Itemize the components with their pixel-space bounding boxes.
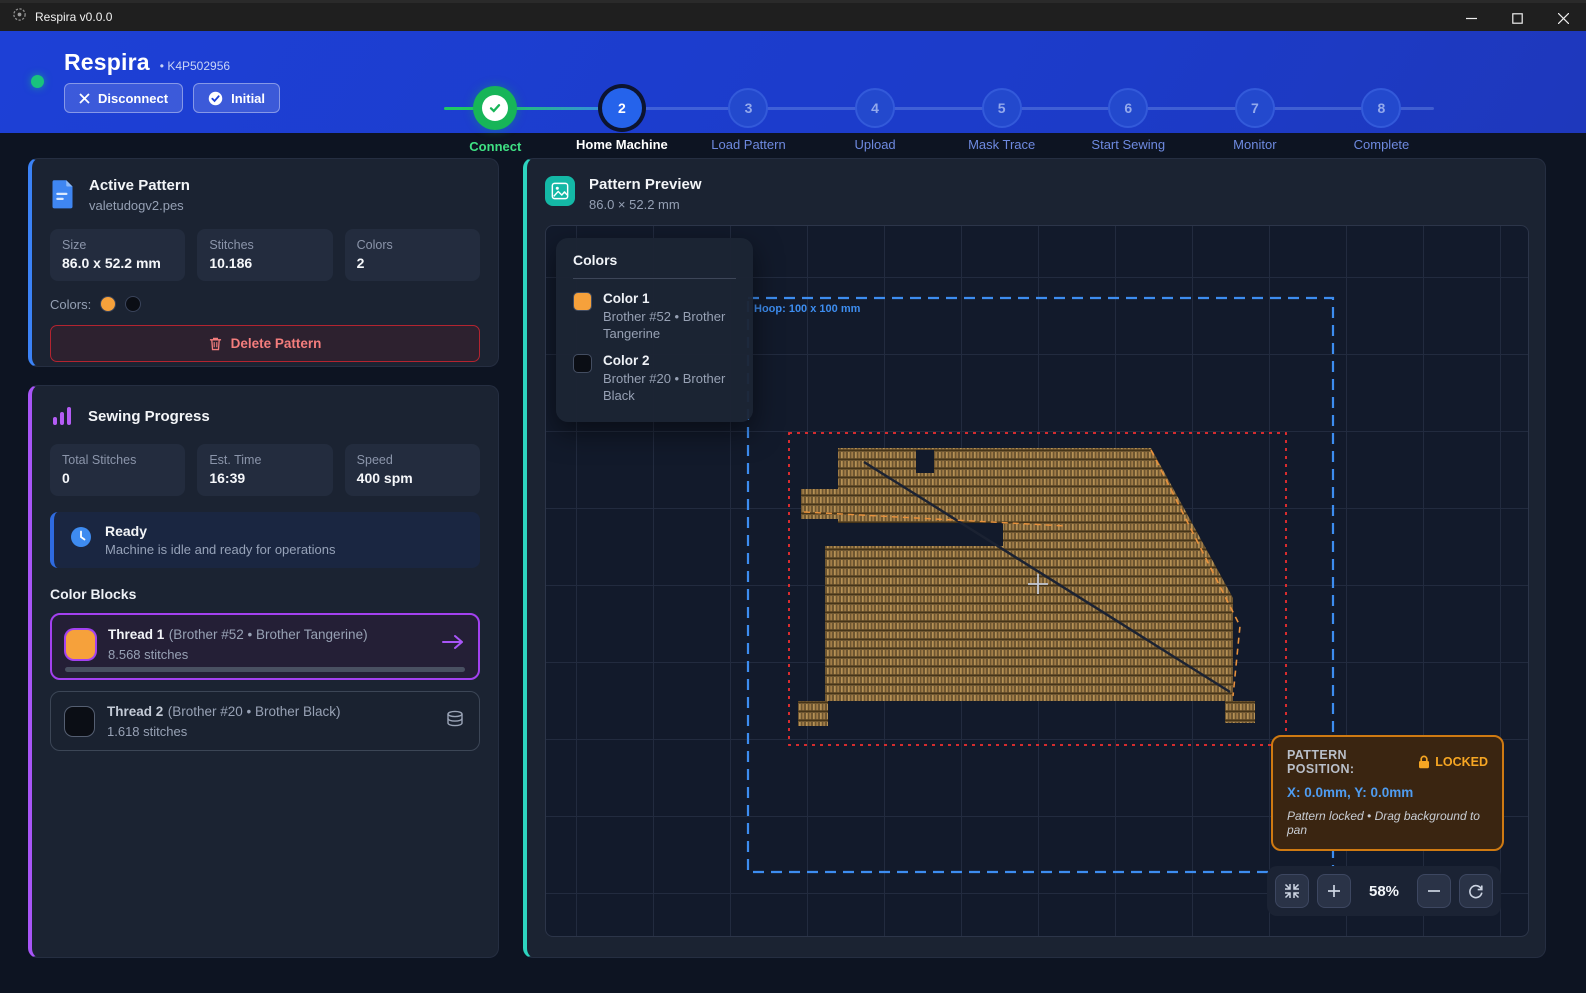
- position-label: PATTERN POSITION:: [1287, 748, 1418, 776]
- thread-2-swatch: [65, 707, 94, 736]
- app-name: Respira: [64, 49, 150, 76]
- stat-speed: Speed 400 spm: [345, 444, 480, 496]
- stitch-fill: [801, 448, 1233, 701]
- minimize-button[interactable]: [1448, 3, 1494, 34]
- color-blocks-heading: Color Blocks: [50, 586, 480, 602]
- refresh-icon: [1468, 883, 1484, 899]
- pattern-preview-card: Pattern Preview 86.0 × 52.2 mm: [523, 158, 1546, 958]
- document-icon: [50, 179, 75, 209]
- image-icon: [545, 176, 575, 206]
- thread-block-1[interactable]: Thread 1 (Brother #52 • Brother Tangerin…: [50, 613, 480, 680]
- thread-1-progress-bar: [65, 667, 465, 672]
- title-bar: Respira v0.0.0: [0, 0, 1586, 31]
- thread-block-2[interactable]: Thread 2 (Brother #20 • Brother Black) 1…: [50, 691, 480, 751]
- window-title: Respira v0.0.0: [35, 10, 112, 24]
- layers-stack-icon: [445, 709, 465, 734]
- close-button[interactable]: [1540, 3, 1586, 34]
- plus-icon: [1327, 884, 1341, 898]
- zoom-level: 58%: [1359, 883, 1409, 900]
- zoom-out-button[interactable]: [1417, 874, 1451, 908]
- legend-swatch-black: [573, 354, 592, 373]
- workflow-stepper: Connect 2 Home Machine 3 Load Pattern 4 …: [432, 80, 1462, 150]
- check-circle-icon: [208, 91, 223, 106]
- step-start-sewing[interactable]: 6 Start Sewing: [1065, 80, 1192, 154]
- reset-view-button[interactable]: [1459, 874, 1493, 908]
- sewing-progress-card: Sewing Progress Total Stitches 0 Est. Ti…: [28, 385, 499, 958]
- disconnect-button[interactable]: Disconnect: [64, 83, 183, 113]
- check-icon: [482, 95, 508, 121]
- stat-colors: Colors 2: [345, 229, 480, 281]
- lock-icon: [1418, 755, 1430, 769]
- delete-pattern-button[interactable]: Delete Pattern: [50, 325, 480, 362]
- step-complete[interactable]: 8 Complete: [1318, 80, 1445, 154]
- maximize-button[interactable]: [1494, 3, 1540, 34]
- step-load-pattern[interactable]: 3 Load Pattern: [685, 80, 812, 154]
- step-monitor[interactable]: 7 Monitor: [1192, 80, 1319, 154]
- card-title: Sewing Progress: [88, 408, 210, 425]
- step-upload[interactable]: 4 Upload: [812, 80, 939, 154]
- step-connect[interactable]: Connect: [432, 80, 559, 154]
- app-window: Respira v0.0.0 Respira • K4P502956 Disco…: [0, 0, 1586, 993]
- stat-total-stitches: Total Stitches 0: [50, 444, 185, 496]
- status-title: Ready: [105, 523, 336, 539]
- status-message: Machine is idle and ready for operations: [105, 542, 336, 557]
- hoop-label: Hoop: 100 x 100 mm: [754, 303, 860, 315]
- clock-icon: [70, 526, 92, 548]
- locked-badge: LOCKED: [1418, 755, 1488, 769]
- colors-legend: Colors Color 1 Brother #52 • Brother Tan…: [556, 238, 753, 422]
- color-swatch-black: [125, 296, 141, 312]
- app-logo-icon: [12, 7, 27, 27]
- pattern-filename: valetudogv2.pes: [89, 198, 190, 213]
- stat-stitches: Stitches 10.186: [197, 229, 332, 281]
- app-header: Respira • K4P502956 Disconnect Initial: [0, 31, 1586, 133]
- machine-status: Ready Machine is idle and ready for oper…: [50, 512, 480, 568]
- position-hint: Pattern locked • Drag background to pan: [1287, 809, 1488, 837]
- step-mask-trace[interactable]: 5 Mask Trace: [938, 80, 1065, 154]
- fit-to-view-button[interactable]: [1275, 874, 1309, 908]
- zoom-in-button[interactable]: [1317, 874, 1351, 908]
- color-swatch-tangerine: [100, 296, 116, 312]
- active-pattern-card: Active Pattern valetudogv2.pes Size 86.0…: [28, 158, 499, 367]
- minus-icon: [1427, 884, 1441, 898]
- legend-swatch-tangerine: [573, 292, 592, 311]
- stat-est-time: Est. Time 16:39: [197, 444, 332, 496]
- pattern-position-overlay: PATTERN POSITION: LOCKED X: 0.0mm, Y: 0.…: [1271, 735, 1504, 851]
- machine-serial: • K4P502956: [160, 59, 230, 73]
- position-coords: X: 0.0mm, Y: 0.0mm: [1287, 785, 1488, 800]
- bar-chart-icon: [50, 404, 74, 428]
- preview-canvas[interactable]: Hoop: 100 x 100 mm Colors Color 1 Brothe…: [545, 225, 1529, 937]
- colors-label: Colors:: [50, 297, 91, 312]
- x-icon: [79, 93, 90, 104]
- arrow-right-icon: [442, 634, 464, 655]
- legend-entry-color1: Color 1 Brother #52 • Brother Tangerine: [573, 291, 736, 343]
- legend-entry-color2: Color 2 Brother #20 • Brother Black: [573, 353, 736, 405]
- zoom-controls: 58%: [1267, 866, 1501, 916]
- stat-size: Size 86.0 x 52.2 mm: [50, 229, 185, 281]
- step-home-machine[interactable]: 2 Home Machine: [559, 80, 686, 154]
- thread-1-swatch: [66, 630, 95, 659]
- preview-dimensions: 86.0 × 52.2 mm: [589, 197, 702, 212]
- trash-icon: [209, 337, 222, 351]
- initial-button[interactable]: Initial: [193, 83, 280, 113]
- card-title: Pattern Preview: [589, 176, 702, 193]
- legend-title: Colors: [573, 252, 736, 268]
- compress-icon: [1284, 883, 1300, 899]
- card-title: Active Pattern: [89, 177, 190, 194]
- connection-status-dot: [31, 75, 44, 88]
